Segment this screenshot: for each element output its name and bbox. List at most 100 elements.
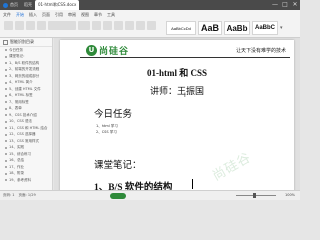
outline-item-label: 9、CSS 技术介绍	[9, 112, 37, 117]
bullet-icon	[5, 127, 7, 130]
logo-text: 尚硅谷	[99, 47, 130, 57]
document-canvas[interactable]: U 尚硅谷 让天下没有难学的技术 01-html 和 CSS 讲师：王振国 I …	[54, 38, 300, 190]
align-left-icon[interactable]	[125, 21, 134, 30]
bullet-icon	[5, 62, 7, 65]
bullet-icon	[5, 179, 7, 182]
style-gallery: AaBbCcDd AaB AaBb AaBbC ▾	[166, 21, 285, 35]
menu-view[interactable]: 视图	[81, 12, 89, 18]
bullet-icon	[5, 159, 7, 162]
navigation-pane: 智能识别目录 今日任务课堂笔记： 1、B/S 软件的结构 2、前端的开发流程 3、网页…	[0, 38, 53, 190]
outline-item-label: 今日任务	[9, 47, 23, 52]
status-page: 页码: 1	[3, 193, 15, 197]
ribbon: 文件 开始 插入 页面 引用 审阅 视图 章节 工具 AaBbCcDd AaB …	[0, 10, 300, 38]
bold-icon[interactable]	[92, 21, 101, 30]
font-select[interactable]	[48, 21, 76, 30]
list-icon[interactable]	[147, 21, 156, 30]
tab-daoke[interactable]: 稻壳	[21, 0, 35, 10]
outline-item-label: 15、综合练习	[9, 151, 31, 156]
menu-insert[interactable]: 插入	[29, 12, 37, 18]
chevron-down-icon[interactable]: ▾	[280, 21, 285, 35]
zoom-level[interactable]: 100%	[285, 193, 295, 197]
bullet-icon	[5, 114, 7, 117]
bullet-icon	[5, 81, 7, 84]
heading-bs-structure: 1、B/S 软件的结构	[94, 183, 173, 190]
text-caret	[192, 179, 193, 189]
maximize-button[interactable]: □	[280, 0, 290, 10]
bullet-icon	[5, 120, 7, 123]
close-button[interactable]: ✕	[290, 0, 300, 10]
outline-item-label: 2、前端的开发流程	[9, 67, 40, 72]
menu-bar: 文件 开始 插入 页面 引用 审阅 视图 章节 工具	[0, 10, 300, 19]
outline-item-label: 8、表单	[9, 106, 22, 111]
bullet-icon	[5, 172, 7, 175]
bullet-icon	[5, 107, 7, 110]
document-page[interactable]: U 尚硅谷 让天下没有难学的技术 01-html 和 CSS 讲师：王振国 I …	[60, 40, 294, 190]
navigation-title[interactable]: 智能识别目录	[10, 39, 34, 45]
formatting-tools	[4, 21, 156, 30]
tab-daoke-label: 稻壳	[24, 2, 32, 7]
outline-item-label: 课堂笔记：	[9, 54, 27, 59]
document-author: 讲师：王振国	[149, 86, 204, 96]
format-painter-icon[interactable]	[37, 21, 46, 30]
wps-cloud-icon[interactable]	[110, 193, 126, 199]
mouse-cursor-icon: I	[184, 92, 186, 99]
bullet-icon	[5, 101, 7, 104]
logo-icon: U	[86, 45, 97, 56]
underline-icon[interactable]	[114, 21, 123, 30]
bullet-icon	[5, 133, 7, 136]
menu-references[interactable]: 引用	[55, 12, 63, 18]
bullet-icon	[5, 75, 7, 78]
style-normal[interactable]: AaBbCcDd	[166, 21, 196, 35]
tab-document[interactable]: 01-html和CSS.docx	[35, 0, 80, 10]
font-size-select[interactable]	[78, 21, 90, 30]
heading-class-notes: 课堂笔记：	[94, 161, 142, 171]
style-heading-1[interactable]: AaB	[198, 21, 222, 35]
outline-item-label: 6、HTML 标签	[9, 93, 33, 98]
bullet-icon	[5, 94, 7, 97]
tab-home-label: 首页	[10, 2, 18, 7]
zoom-slider-handle[interactable]	[253, 193, 256, 198]
outline-item-label: 18、附录	[9, 171, 24, 176]
bullet-icon	[5, 49, 7, 52]
bullet-icon	[5, 146, 7, 149]
wps-logo-icon	[3, 2, 8, 8]
outline-item-label: 19、参考资料	[9, 177, 31, 182]
header-divider	[80, 57, 290, 58]
outline-item-label: 11、CSS 和 HTML 结合	[9, 125, 48, 130]
header-slogan: 让天下没有难学的技术	[235, 48, 286, 54]
outline-item-label: 5、创建 HTML 文件	[9, 86, 41, 91]
outline-item-label: 3、网页的组成部分	[9, 73, 40, 78]
italic-icon[interactable]	[103, 21, 112, 30]
menu-home[interactable]: 开始	[16, 12, 24, 18]
menu-file[interactable]: 文件	[3, 12, 11, 18]
menu-review[interactable]: 审阅	[68, 12, 76, 18]
title-bar: 首页 稻壳 01-html和CSS.docx — □ ✕	[0, 0, 300, 10]
tab-home[interactable]: 首页	[0, 0, 21, 10]
outline-item[interactable]: 19、参考资料	[0, 177, 52, 184]
style-heading-2[interactable]: AaBb	[224, 21, 250, 35]
tab-document-label: 01-html和CSS.docx	[38, 2, 77, 7]
minimize-button[interactable]: —	[270, 0, 280, 10]
align-center-icon[interactable]	[136, 21, 145, 30]
outline-item-label: 10、CSS 语法	[9, 119, 32, 124]
zoom-slider[interactable]	[236, 195, 276, 196]
outline-item-label: 1、B/S 软件的结构	[9, 60, 40, 65]
task-item: 1、html 学习	[96, 124, 118, 128]
menu-page[interactable]: 页面	[42, 12, 50, 18]
outline-item-label: 14、实践	[9, 145, 24, 150]
status-bar: 页码: 1 页面: 1/29 100%	[0, 190, 300, 200]
menu-tools[interactable]: 工具	[107, 12, 115, 18]
copy-icon[interactable]	[26, 21, 35, 30]
bullet-icon	[5, 68, 7, 71]
bullet-icon	[5, 140, 7, 143]
paste-icon[interactable]	[4, 21, 13, 30]
cut-icon[interactable]	[15, 21, 24, 30]
outline-item-label: 16、总结	[9, 158, 24, 163]
outline-item-label: 4、HTML 简介	[9, 80, 33, 85]
style-heading-3[interactable]: AaBbC	[252, 21, 278, 35]
menu-section[interactable]: 章节	[94, 12, 102, 18]
bullet-icon	[5, 166, 7, 169]
bullet-icon	[5, 153, 7, 156]
bullet-icon	[5, 55, 7, 58]
outline-item-label: 13、CSS 常用样式	[9, 138, 39, 143]
